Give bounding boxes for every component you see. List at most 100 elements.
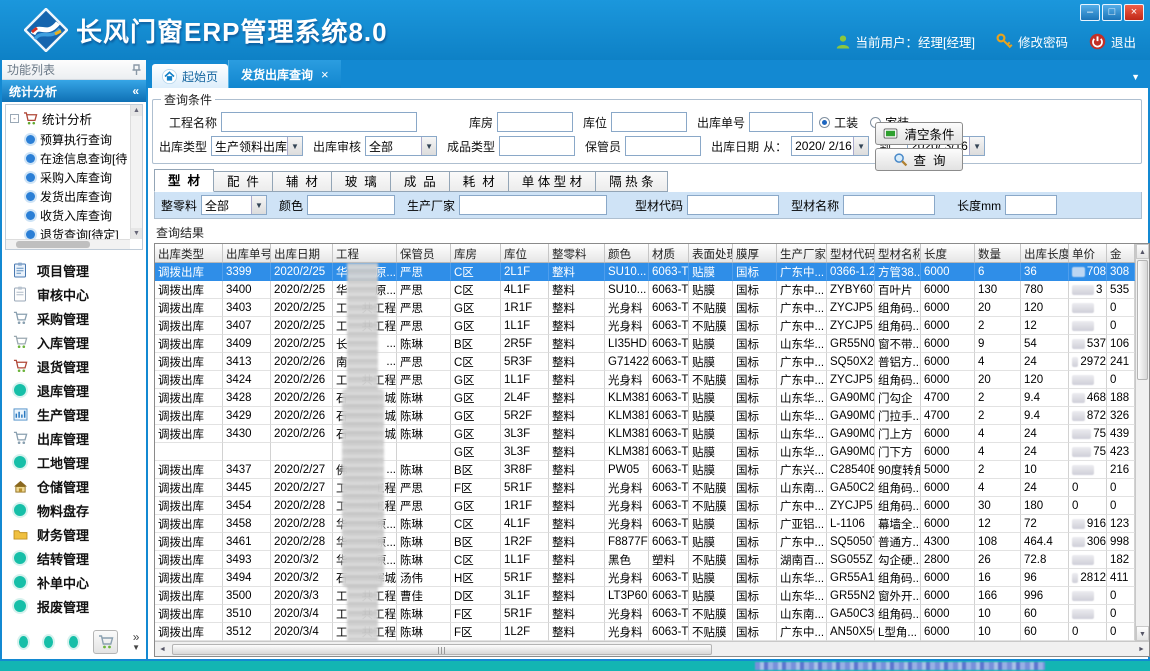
profile-name-input[interactable] xyxy=(843,195,935,215)
material-tab[interactable]: 辅 材 xyxy=(273,171,332,192)
hscroll-thumb[interactable] xyxy=(172,644,712,655)
column-header[interactable]: 出库长度 xyxy=(1021,244,1069,262)
table-row[interactable]: 调拨出库34582020/2/28华原...陈琳C区4L1F整料光身料6063-… xyxy=(155,515,1135,533)
table-row[interactable]: 调拨出库34542020/2/28工共工程严思G区1R1F整料光身料6063-T… xyxy=(155,497,1135,515)
sidebar-item-补单中心[interactable]: 补单中心 xyxy=(12,570,146,594)
table-row[interactable]: 调拨出库34282020/2/26石城陈琳G区2L4F整料KLM38176063… xyxy=(155,389,1135,407)
scroll-up-icon[interactable]: ▲ xyxy=(1136,244,1149,259)
maximize-button[interactable]: □ xyxy=(1102,4,1122,21)
scroll-right-icon[interactable]: ► xyxy=(1134,646,1149,653)
vscroll-thumb[interactable] xyxy=(1137,260,1148,380)
date-from-picker[interactable]: 2020/ 2/16▼ xyxy=(791,136,869,156)
sidebar-item-退货管理[interactable]: 退货管理 xyxy=(12,354,146,378)
sidebar-item-物料盘存[interactable]: 物料盘存 xyxy=(12,498,146,522)
change-password-button[interactable]: 修改密码 xyxy=(996,32,1068,51)
material-tab[interactable]: 耗 材 xyxy=(450,171,509,192)
module-circle-icon[interactable] xyxy=(69,636,78,648)
column-header[interactable]: 保管员 xyxy=(397,244,451,262)
color-input[interactable] xyxy=(307,195,395,215)
column-header[interactable]: 库位 xyxy=(501,244,549,262)
table-row[interactable]: 调拨出库34372020/2/27佛...陈琳B区3R8F整料PW056063-… xyxy=(155,461,1135,479)
table-row[interactable]: 调拨出库35102020/3/4工共工程陈琳F区5R1F整料光身料6063-T5… xyxy=(155,605,1135,623)
sidebar-item-项目管理[interactable]: 项目管理 xyxy=(12,258,146,282)
logout-button[interactable]: 退出 xyxy=(1089,32,1136,51)
order-no-input[interactable] xyxy=(749,112,813,132)
module-cart-button[interactable] xyxy=(93,630,118,654)
scroll-left-icon[interactable]: ◄ xyxy=(155,646,170,653)
column-header[interactable]: 生产厂家 xyxy=(777,244,827,262)
tree-root[interactable]: - 统计分析 xyxy=(6,105,142,130)
table-row[interactable]: 调拨出库34452020/2/27工共工程严思F区5R1F整料光身料6063-T… xyxy=(155,479,1135,497)
table-row[interactable]: 调拨出库34002020/2/25华原...严思C区4L1F整料SU10...6… xyxy=(155,281,1135,299)
column-header[interactable]: 出库单号 xyxy=(223,244,271,262)
table-row[interactable]: G区3L3F整料KLM38176063-T5贴膜国标山东华...GA90M09.… xyxy=(155,443,1135,461)
material-tab[interactable]: 隔 热 条 xyxy=(596,171,667,192)
material-tab[interactable]: 型 材 xyxy=(154,169,214,192)
tree-expander-icon[interactable]: - xyxy=(10,114,19,123)
table-row[interactable]: 调拨出库34292020/2/26石城陈琳G区5R2F整料KLM38176063… xyxy=(155,407,1135,425)
sidebar-item-财务管理[interactable]: 财务管理 xyxy=(12,522,146,546)
material-tab[interactable]: 玻 璃 xyxy=(332,171,391,192)
close-button[interactable]: × xyxy=(1124,4,1144,21)
column-header[interactable]: 工程 xyxy=(333,244,397,262)
sidebar-section-header[interactable]: 统计分析 « xyxy=(2,80,146,102)
grid-horizontal-scrollbar[interactable]: ◄ ► xyxy=(155,641,1149,656)
tree-vertical-scrollbar[interactable]: ▲▼ xyxy=(130,105,142,239)
tree-horizontal-scrollbar[interactable] xyxy=(6,239,130,249)
column-header[interactable]: 库房 xyxy=(451,244,501,262)
sidebar-item-审核中心[interactable]: 审核中心 xyxy=(12,282,146,306)
collapse-icon[interactable]: « xyxy=(132,84,139,98)
location-input[interactable] xyxy=(611,112,687,132)
sidebar-item-工地管理[interactable]: 工地管理 xyxy=(12,450,146,474)
tree-item[interactable]: 采购入库查询 xyxy=(6,168,142,187)
column-header[interactable]: 单价 xyxy=(1069,244,1107,262)
column-header[interactable]: 型材代码 xyxy=(827,244,875,262)
table-row[interactable]: 调拨出库34932020/3/2华原...陈琳C区1L1F整料黑色塑料不贴膜国标… xyxy=(155,551,1135,569)
table-row[interactable]: 调拨出库33992020/2/25华原...严思C区2L1F整料SU10...6… xyxy=(155,263,1135,281)
column-header[interactable]: 出库类型 xyxy=(155,244,223,262)
outbound-type-select[interactable]: 生产领料出库▼ xyxy=(211,136,303,156)
column-header[interactable]: 数量 xyxy=(975,244,1021,262)
scroll-down-icon[interactable]: ▼ xyxy=(1136,626,1149,641)
column-header[interactable]: 金 xyxy=(1107,244,1135,262)
length-input[interactable] xyxy=(1005,195,1057,215)
tab-list-dropdown-icon[interactable]: ▼ xyxy=(1131,72,1140,82)
module-circle-icon[interactable] xyxy=(19,636,28,648)
warehouse-input[interactable] xyxy=(497,112,573,132)
tree-item[interactable]: 收货入库查询 xyxy=(6,206,142,225)
table-row[interactable]: 调拨出库34942020/3/2石辉城汤伟H区5R1F整料光身料6063-T5贴… xyxy=(155,569,1135,587)
sidebar-item-采购管理[interactable]: 采购管理 xyxy=(12,306,146,330)
project-name-input[interactable] xyxy=(221,112,417,132)
tree-item[interactable]: 发货出库查询 xyxy=(6,187,142,206)
material-tab[interactable]: 配 件 xyxy=(214,171,273,192)
column-header[interactable]: 膜厚 xyxy=(733,244,777,262)
column-header[interactable]: 整零料 xyxy=(549,244,605,262)
radio-gongzhuang[interactable]: 工装 xyxy=(819,114,858,131)
tab-active[interactable]: 发货出库查询 × xyxy=(228,60,341,88)
tab-close-icon[interactable]: × xyxy=(321,67,329,82)
search-button[interactable]: 查 询 xyxy=(875,148,963,171)
table-row[interactable]: 调拨出库35002020/3/3工共工程曹佳D区3L1F整料LT3P606063… xyxy=(155,587,1135,605)
manufacturer-input[interactable] xyxy=(459,195,607,215)
tree-item[interactable]: 在途信息查询[待 xyxy=(6,149,142,168)
keeper-input[interactable] xyxy=(625,136,701,156)
sidebar-item-出库管理[interactable]: 出库管理 xyxy=(12,426,146,450)
overflow-chevron[interactable]: »▼ xyxy=(132,633,140,652)
column-header[interactable]: 材质 xyxy=(649,244,689,262)
table-row[interactable]: 调拨出库34092020/2/25长...陈琳B区2R5F整料LI35HD606… xyxy=(155,335,1135,353)
column-header[interactable]: 颜色 xyxy=(605,244,649,262)
sidebar-item-报废管理[interactable]: 报废管理 xyxy=(12,594,146,618)
clear-conditions-button[interactable]: 清空条件 xyxy=(875,122,963,145)
tree-item[interactable]: 预算执行查询 xyxy=(6,130,142,149)
column-header[interactable]: 长度 xyxy=(921,244,975,262)
whole-piece-select[interactable]: 全部▼ xyxy=(201,195,267,215)
table-row[interactable]: 调拨出库34242020/2/26工共工程严思G区1L1F整料光身料6063-T… xyxy=(155,371,1135,389)
material-tab[interactable]: 成 品 xyxy=(391,171,450,192)
table-row[interactable]: 调拨出库34302020/2/26石城陈琳G区3L3F整料KLM38176063… xyxy=(155,425,1135,443)
table-row[interactable]: 调拨出库35122020/3/4工共工程陈琳F区1L2F整料光身料6063-T5… xyxy=(155,623,1135,641)
column-header[interactable]: 型材名称 xyxy=(875,244,921,262)
grid-vertical-scrollbar[interactable]: ▲ ▼ xyxy=(1135,244,1149,641)
minimize-button[interactable]: – xyxy=(1080,4,1100,21)
material-tab[interactable]: 单 体 型 材 xyxy=(509,171,596,192)
table-row[interactable]: 调拨出库34032020/2/25工共工程严思G区1R1F整料光身料6063-T… xyxy=(155,299,1135,317)
